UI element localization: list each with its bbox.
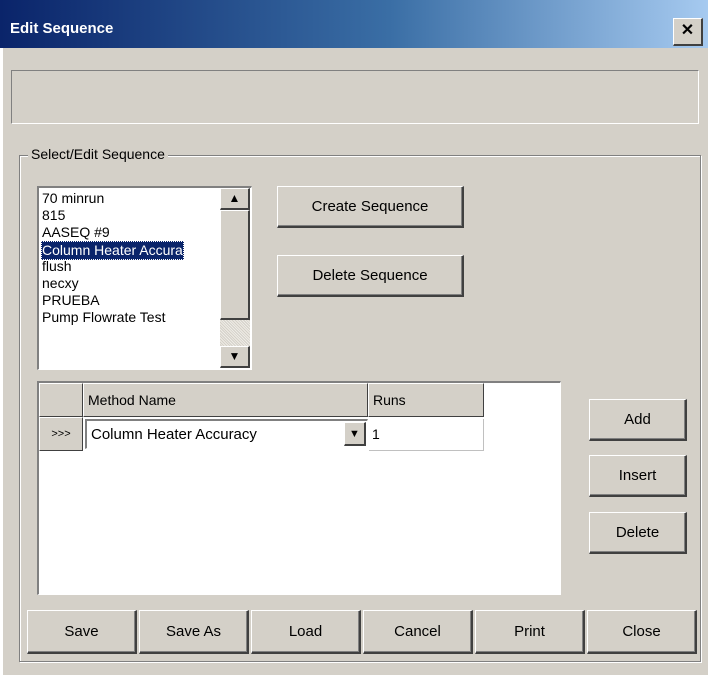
list-item[interactable]: 70 minrun — [42, 190, 104, 207]
save-as-button[interactable]: Save As — [139, 610, 249, 654]
close-window-button[interactable]: ✕ — [673, 18, 703, 46]
list-scrollbar[interactable]: ▲ ▼ — [220, 188, 250, 368]
runs-header[interactable]: Runs — [368, 383, 484, 417]
window-title: Edit Sequence — [10, 20, 114, 37]
method-name-header[interactable]: Method Name — [83, 383, 368, 417]
list-item[interactable]: Pump Flowrate Test — [42, 309, 165, 326]
scroll-down-button[interactable]: ▼ — [220, 346, 250, 368]
list-item[interactable]: necxy — [42, 275, 79, 292]
row-selector[interactable]: >>> — [39, 417, 83, 451]
load-button[interactable]: Load — [251, 610, 361, 654]
method-table: Method Name Runs >>> Column Heater Accur… — [37, 381, 561, 595]
list-item[interactable]: flush — [42, 258, 72, 275]
list-item[interactable]: PRUEBA — [42, 292, 100, 309]
scroll-up-button[interactable]: ▲ — [220, 188, 250, 210]
arrow-down-icon: ▼ — [228, 349, 241, 363]
method-combo[interactable]: Column Heater Accuracy ▼ — [85, 419, 368, 449]
list-item[interactable]: AASEQ #9 — [42, 224, 110, 241]
delete-button[interactable]: Delete — [589, 512, 687, 554]
save-button[interactable]: Save — [27, 610, 137, 654]
group-label: Select/Edit Sequence — [28, 146, 168, 162]
add-button[interactable]: Add — [589, 399, 687, 441]
status-panel — [11, 70, 699, 124]
window-border — [0, 48, 3, 675]
arrow-up-icon: ▲ — [228, 191, 241, 205]
close-button[interactable]: Close — [587, 610, 697, 654]
print-button[interactable]: Print — [475, 610, 585, 654]
chevron-down-icon: ▼ — [349, 428, 360, 440]
cancel-button[interactable]: Cancel — [363, 610, 473, 654]
runs-cell[interactable]: 1 — [369, 419, 484, 451]
scroll-thumb[interactable] — [220, 210, 250, 320]
combo-dropdown-button[interactable]: ▼ — [344, 422, 366, 446]
close-icon: ✕ — [680, 22, 695, 39]
method-combo-value: Column Heater Accuracy — [91, 426, 257, 443]
delete-sequence-button[interactable]: Delete Sequence — [277, 255, 464, 297]
table-corner-header — [39, 383, 83, 417]
create-sequence-button[interactable]: Create Sequence — [277, 186, 464, 228]
list-item[interactable]: 815 — [42, 207, 65, 224]
insert-button[interactable]: Insert — [589, 455, 687, 497]
